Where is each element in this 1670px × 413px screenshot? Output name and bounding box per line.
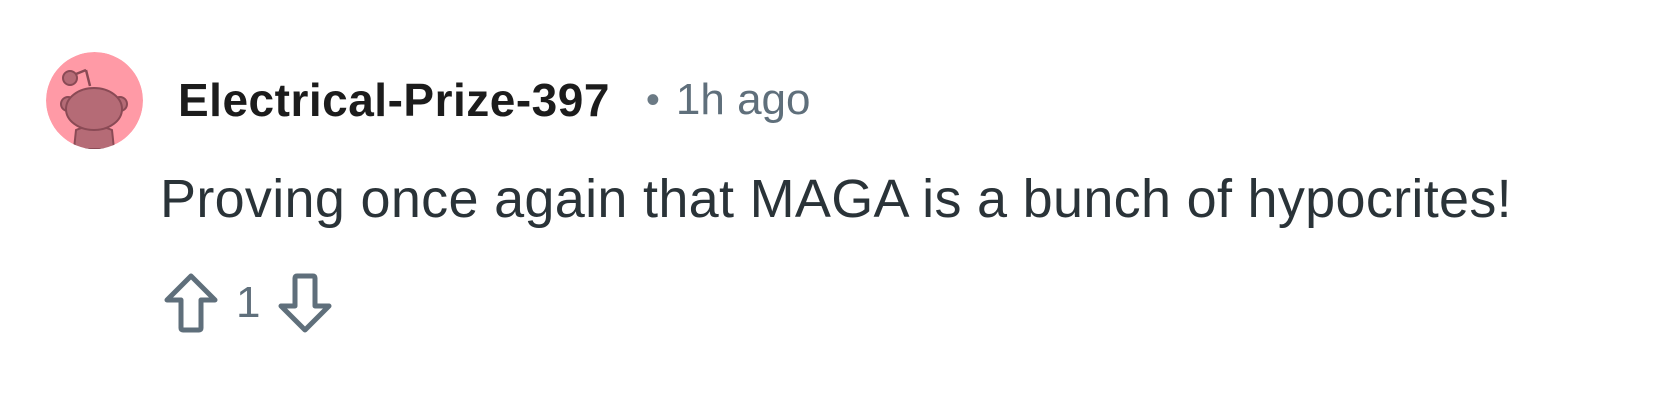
user-avatar[interactable] bbox=[46, 52, 143, 149]
upvote-button[interactable] bbox=[160, 268, 222, 338]
downvote-button[interactable] bbox=[274, 268, 336, 338]
comment: Electrical-Prize-397 • 1h ago Proving on… bbox=[0, 0, 1670, 413]
upvote-arrow-icon bbox=[164, 273, 218, 333]
vote-score: 1 bbox=[236, 278, 261, 327]
comment-header: Electrical-Prize-397 • 1h ago bbox=[178, 72, 811, 128]
vote-bar: 1 bbox=[160, 268, 336, 338]
meta-separator: • bbox=[645, 78, 660, 122]
comment-timestamp[interactable]: 1h ago bbox=[676, 75, 811, 125]
reddit-snoo-avatar-icon bbox=[46, 52, 143, 149]
downvote-arrow-icon bbox=[278, 273, 332, 333]
author-username[interactable]: Electrical-Prize-397 bbox=[178, 73, 610, 127]
comment-body: Proving once again that MAGA is a bunch … bbox=[160, 169, 1512, 229]
